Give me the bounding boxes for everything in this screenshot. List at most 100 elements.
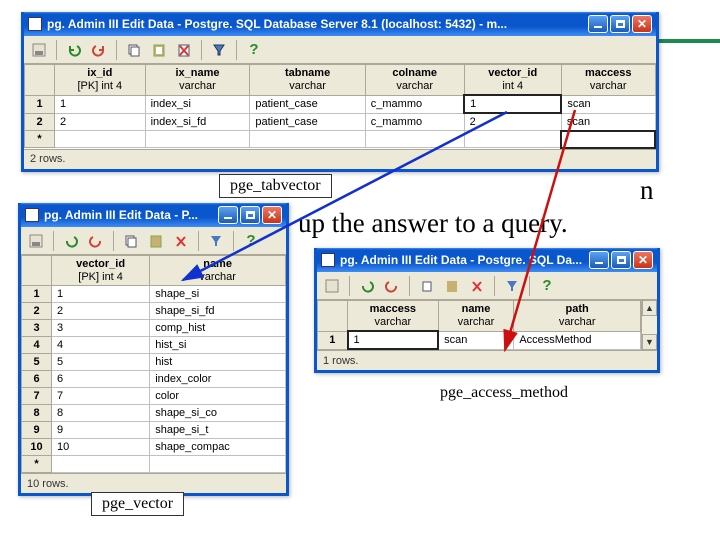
cell[interactable]: c_mammo: [365, 95, 464, 113]
row-header[interactable]: 6: [22, 371, 52, 388]
cell[interactable]: index_si: [145, 95, 250, 113]
paste-icon[interactable]: [441, 275, 463, 297]
delete-icon[interactable]: [173, 39, 195, 61]
refresh-icon[interactable]: [88, 39, 110, 61]
table-row[interactable]: 11index_sipatient_casec_mammo1scan: [25, 95, 656, 113]
cell[interactable]: [150, 456, 286, 473]
help-icon[interactable]: ?: [536, 275, 558, 297]
column-header[interactable]: maccessvarchar: [348, 301, 439, 332]
minimize-button[interactable]: [589, 251, 609, 269]
table-row[interactable]: 33comp_hist: [22, 320, 286, 337]
filter-icon[interactable]: [205, 230, 227, 252]
cell[interactable]: 1: [52, 286, 150, 303]
row-header[interactable]: 1: [318, 331, 348, 349]
cell[interactable]: 2: [464, 113, 561, 131]
maximize-button[interactable]: [240, 206, 260, 224]
table-row[interactable]: 77color: [22, 388, 286, 405]
paste-icon[interactable]: [145, 230, 167, 252]
row-header[interactable]: 1: [22, 286, 52, 303]
cell[interactable]: shape_si_co: [150, 405, 286, 422]
cell[interactable]: patient_case: [250, 95, 365, 113]
cell[interactable]: hist_si: [150, 337, 286, 354]
cell[interactable]: color: [150, 388, 286, 405]
cell[interactable]: c_mammo: [365, 113, 464, 131]
cell[interactable]: [55, 131, 146, 148]
titlebar[interactable]: pg. Admin III Edit Data - P... ✕: [21, 203, 286, 227]
filter-icon[interactable]: [501, 275, 523, 297]
cell[interactable]: shape_si: [150, 286, 286, 303]
scroll-up-icon[interactable]: ▲: [642, 300, 657, 316]
table-row[interactable]: 99shape_si_t: [22, 422, 286, 439]
column-header[interactable]: namevarchar: [438, 301, 514, 332]
column-header[interactable]: ix_namevarchar: [145, 65, 250, 96]
refresh-icon[interactable]: [381, 275, 403, 297]
paste-icon[interactable]: [148, 39, 170, 61]
row-header[interactable]: 2: [22, 303, 52, 320]
cell[interactable]: index_color: [150, 371, 286, 388]
cell[interactable]: hist: [150, 354, 286, 371]
data-grid[interactable]: vector_id[PK] int 4namevarchar11shape_si…: [21, 255, 286, 473]
column-header[interactable]: maccessvarchar: [561, 65, 655, 96]
undo-icon[interactable]: [60, 230, 82, 252]
cell[interactable]: 10: [52, 439, 150, 456]
cell[interactable]: 5: [52, 354, 150, 371]
row-header[interactable]: 4: [22, 337, 52, 354]
table-row[interactable]: 55hist: [22, 354, 286, 371]
table-row[interactable]: 11shape_si: [22, 286, 286, 303]
save-icon[interactable]: [28, 39, 50, 61]
row-header[interactable]: 5: [22, 354, 52, 371]
row-header[interactable]: 8: [22, 405, 52, 422]
close-button[interactable]: ✕: [262, 206, 282, 224]
save-icon[interactable]: [321, 275, 343, 297]
titlebar[interactable]: pg. Admin III Edit Data - Postgre. SQL D…: [317, 248, 657, 272]
cell[interactable]: shape_compac: [150, 439, 286, 456]
copy-icon[interactable]: [120, 230, 142, 252]
cell[interactable]: index_si_fd: [145, 113, 250, 131]
row-header[interactable]: 2: [25, 113, 55, 131]
cell[interactable]: [365, 131, 464, 148]
copy-icon[interactable]: [416, 275, 438, 297]
cell[interactable]: [250, 131, 365, 148]
delete-icon[interactable]: [466, 275, 488, 297]
titlebar[interactable]: pg. Admin III Edit Data - Postgre. SQL D…: [24, 12, 656, 36]
maximize-button[interactable]: [611, 251, 631, 269]
table-row[interactable]: 22index_si_fdpatient_casec_mammo2scan: [25, 113, 656, 131]
table-row[interactable]: 11scanAccessMethod: [318, 331, 641, 349]
filter-icon[interactable]: [208, 39, 230, 61]
cell[interactable]: [52, 456, 150, 473]
data-grid[interactable]: maccessvarcharnamevarcharpathvarchar11sc…: [317, 300, 641, 350]
table-row[interactable]: 22shape_si_fd: [22, 303, 286, 320]
cell[interactable]: 1: [348, 331, 439, 349]
row-header[interactable]: *: [22, 456, 52, 473]
row-header[interactable]: 1: [25, 95, 55, 113]
cell[interactable]: 2: [55, 113, 146, 131]
close-button[interactable]: ✕: [633, 251, 653, 269]
column-header[interactable]: namevarchar: [150, 256, 286, 286]
help-icon[interactable]: ?: [243, 39, 265, 61]
cell[interactable]: [561, 131, 655, 148]
cell[interactable]: 2: [52, 303, 150, 320]
cell[interactable]: scan: [561, 113, 655, 131]
row-header[interactable]: 9: [22, 422, 52, 439]
cell[interactable]: 3: [52, 320, 150, 337]
refresh-icon[interactable]: [85, 230, 107, 252]
table-row[interactable]: 66index_color: [22, 371, 286, 388]
cell[interactable]: shape_si_t: [150, 422, 286, 439]
minimize-button[interactable]: [588, 15, 608, 33]
cell[interactable]: shape_si_fd: [150, 303, 286, 320]
row-header[interactable]: 7: [22, 388, 52, 405]
cell[interactable]: 8: [52, 405, 150, 422]
cell[interactable]: AccessMethod: [514, 331, 641, 349]
close-button[interactable]: ✕: [632, 15, 652, 33]
undo-icon[interactable]: [63, 39, 85, 61]
minimize-button[interactable]: [218, 206, 238, 224]
column-header[interactable]: colnamevarchar: [365, 65, 464, 96]
column-header[interactable]: pathvarchar: [514, 301, 641, 332]
cell[interactable]: 4: [52, 337, 150, 354]
cell[interactable]: 1: [55, 95, 146, 113]
table-row[interactable]: 1010shape_compac: [22, 439, 286, 456]
cell[interactable]: comp_hist: [150, 320, 286, 337]
column-header[interactable]: vector_id[PK] int 4: [52, 256, 150, 286]
row-header[interactable]: 10: [22, 439, 52, 456]
delete-icon[interactable]: [170, 230, 192, 252]
